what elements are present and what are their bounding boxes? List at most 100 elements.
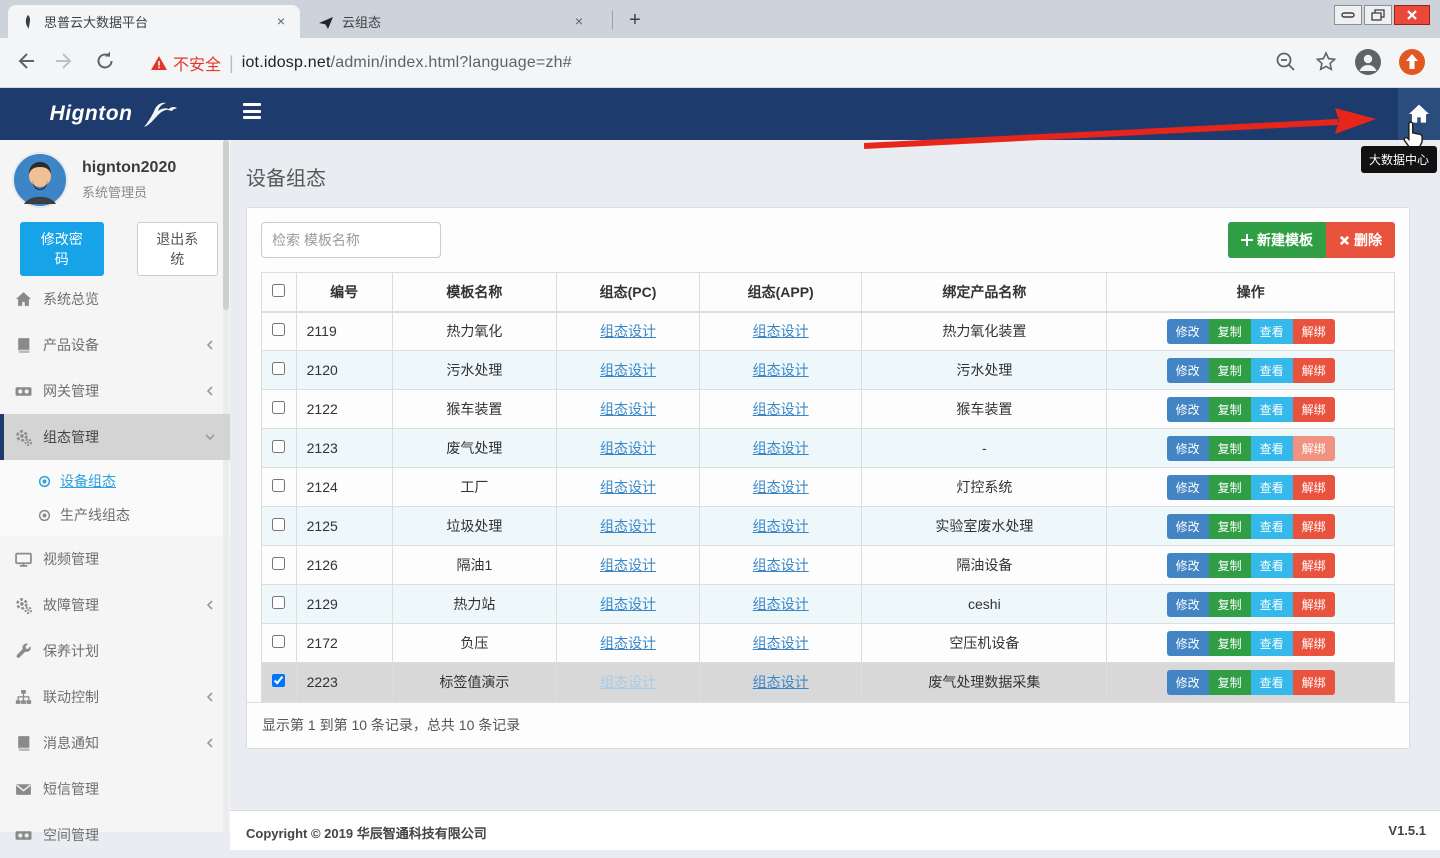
unbind-button[interactable]: 解绑	[1293, 319, 1335, 344]
new-template-button[interactable]: 新建模板	[1228, 222, 1326, 258]
bookmark-star-icon[interactable]	[1314, 50, 1338, 79]
search-input[interactable]	[261, 222, 441, 258]
sidebar-item-8[interactable]: 消息通知	[0, 720, 230, 766]
pc-config-link[interactable]: 组态设计	[600, 479, 656, 495]
profile-avatar-icon[interactable]	[1354, 48, 1382, 81]
unbind-button[interactable]: 解绑	[1293, 358, 1335, 383]
sidebar-item-10[interactable]: 空间管理	[0, 812, 230, 858]
copy-button[interactable]: 复制	[1209, 358, 1251, 383]
unbind-button[interactable]: 解绑	[1293, 631, 1335, 656]
restore-button[interactable]	[1364, 5, 1392, 25]
row-checkbox[interactable]	[272, 401, 285, 414]
sidebar-item-7[interactable]: 联动控制	[0, 674, 230, 720]
unbind-button[interactable]: 解绑	[1293, 475, 1335, 500]
forward-icon[interactable]	[54, 50, 76, 77]
delete-button[interactable]: 删除	[1326, 222, 1395, 258]
pc-config-link[interactable]: 组态设计	[600, 596, 656, 612]
copy-button[interactable]: 复制	[1209, 592, 1251, 617]
copy-button[interactable]: 复制	[1209, 436, 1251, 461]
row-checkbox[interactable]	[272, 596, 285, 609]
app-config-link[interactable]: 组态设计	[753, 323, 809, 339]
unbind-button[interactable]: 解绑	[1293, 670, 1335, 695]
edit-button[interactable]: 修改	[1167, 514, 1209, 539]
close-button[interactable]	[1394, 5, 1430, 25]
app-config-link[interactable]: 组态设计	[753, 440, 809, 456]
app-config-link[interactable]: 组态设计	[753, 518, 809, 534]
edit-button[interactable]: 修改	[1167, 631, 1209, 656]
app-config-link[interactable]: 组态设计	[753, 479, 809, 495]
sidebar-item-5[interactable]: 故障管理	[0, 582, 230, 628]
browser-update-icon[interactable]	[1398, 48, 1426, 81]
edit-button[interactable]: 修改	[1167, 319, 1209, 344]
copy-button[interactable]: 复制	[1209, 397, 1251, 422]
app-config-link[interactable]: 组态设计	[753, 401, 809, 417]
hamburger-menu-icon[interactable]	[243, 103, 261, 119]
row-checkbox[interactable]	[272, 440, 285, 453]
copy-button[interactable]: 复制	[1209, 670, 1251, 695]
reload-icon[interactable]	[94, 50, 116, 77]
sidebar-item-1[interactable]: 产品设备	[0, 322, 230, 368]
edit-button[interactable]: 修改	[1167, 358, 1209, 383]
sidebar-subitem-1[interactable]: 生产线组态	[0, 498, 230, 532]
unbind-button[interactable]: 解绑	[1293, 514, 1335, 539]
copy-button[interactable]: 复制	[1209, 319, 1251, 344]
copy-button[interactable]: 复制	[1209, 514, 1251, 539]
unbind-button[interactable]: 解绑	[1293, 553, 1335, 578]
row-checkbox[interactable]	[272, 362, 285, 375]
unbind-button[interactable]: 解绑	[1293, 592, 1335, 617]
row-checkbox[interactable]	[272, 635, 285, 648]
view-button[interactable]: 查看	[1251, 553, 1293, 578]
edit-button[interactable]: 修改	[1167, 475, 1209, 500]
edit-button[interactable]: 修改	[1167, 553, 1209, 578]
tab1-close-icon[interactable]: ×	[272, 13, 290, 31]
change-password-button[interactable]: 修改密码	[20, 222, 104, 276]
view-button[interactable]: 查看	[1251, 319, 1293, 344]
row-checkbox[interactable]	[272, 518, 285, 531]
app-config-link[interactable]: 组态设计	[753, 557, 809, 573]
browser-tab-1[interactable]: 思普云大数据平台 ×	[8, 5, 300, 38]
view-button[interactable]: 查看	[1251, 592, 1293, 617]
tab2-close-icon[interactable]: ×	[570, 13, 588, 31]
view-button[interactable]: 查看	[1251, 475, 1293, 500]
sidebar-subitem-0[interactable]: 设备组态	[0, 464, 230, 498]
view-button[interactable]: 查看	[1251, 514, 1293, 539]
select-all-checkbox[interactable]	[272, 284, 285, 297]
view-button[interactable]: 查看	[1251, 436, 1293, 461]
edit-button[interactable]: 修改	[1167, 436, 1209, 461]
view-button[interactable]: 查看	[1251, 631, 1293, 656]
sidebar-item-6[interactable]: 保养计划	[0, 628, 230, 674]
browser-tab-2[interactable]: 云组态 ×	[306, 5, 598, 38]
pc-config-link[interactable]: 组态设计	[600, 518, 656, 534]
back-icon[interactable]	[14, 50, 36, 77]
logout-button[interactable]: 退出系统	[137, 222, 219, 276]
pc-config-link[interactable]: 组态设计	[600, 401, 656, 417]
row-checkbox[interactable]	[272, 557, 285, 570]
unbind-button[interactable]: 解绑	[1293, 397, 1335, 422]
view-button[interactable]: 查看	[1251, 670, 1293, 695]
pc-config-link[interactable]: 组态设计	[600, 362, 656, 378]
pc-config-link[interactable]: 组态设计	[600, 674, 656, 690]
app-config-link[interactable]: 组态设计	[753, 635, 809, 651]
pc-config-link[interactable]: 组态设计	[600, 635, 656, 651]
edit-button[interactable]: 修改	[1167, 397, 1209, 422]
view-button[interactable]: 查看	[1251, 358, 1293, 383]
row-checkbox[interactable]	[272, 479, 285, 492]
new-tab-button[interactable]: +	[622, 8, 648, 34]
view-button[interactable]: 查看	[1251, 397, 1293, 422]
address-bar[interactable]: 不安全 | iot.idosp.net/admin/index.html?lan…	[150, 48, 572, 78]
row-checkbox[interactable]	[272, 323, 285, 336]
unbind-button[interactable]: 解绑	[1293, 436, 1335, 461]
sidebar-item-4[interactable]: 视频管理	[0, 536, 230, 582]
zoom-icon[interactable]	[1274, 50, 1298, 79]
edit-button[interactable]: 修改	[1167, 670, 1209, 695]
sidebar-item-0[interactable]: 系统总览	[0, 276, 230, 322]
minimize-button[interactable]	[1334, 5, 1362, 25]
pc-config-link[interactable]: 组态设计	[600, 440, 656, 456]
bigdata-home-button[interactable]: 大数据中心	[1398, 88, 1440, 140]
row-checkbox[interactable]	[272, 674, 285, 687]
copy-button[interactable]: 复制	[1209, 553, 1251, 578]
not-secure-warning[interactable]: 不安全	[150, 51, 221, 75]
edit-button[interactable]: 修改	[1167, 592, 1209, 617]
url-text[interactable]: iot.idosp.net/admin/index.html?language=…	[242, 54, 572, 72]
sidebar-item-9[interactable]: 短信管理	[0, 766, 230, 812]
